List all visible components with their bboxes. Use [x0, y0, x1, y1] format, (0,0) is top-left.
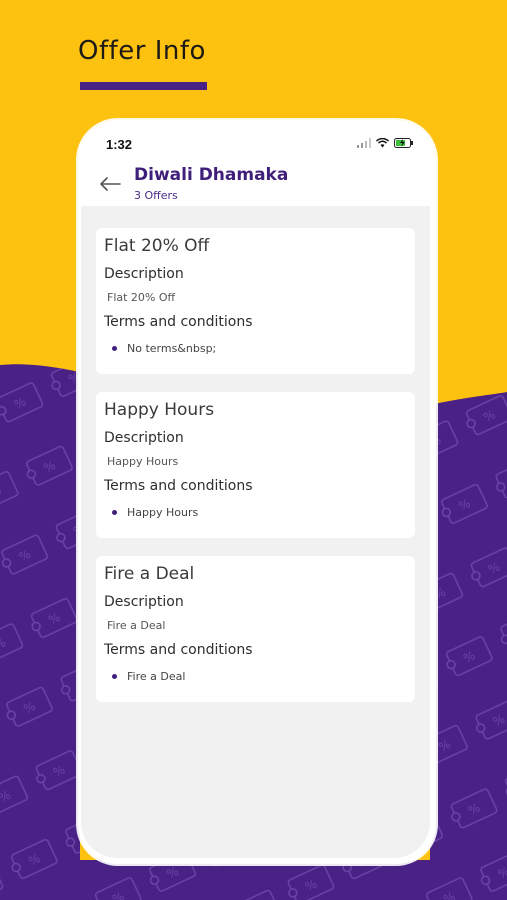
terms-label: Terms and conditions [104, 478, 253, 494]
bullet-icon [112, 674, 117, 679]
signal-icon [357, 138, 371, 148]
bullet-icon [112, 510, 117, 515]
status-icons [357, 138, 414, 148]
term-text: No terms&nbsp; [127, 342, 217, 355]
description-label: Description [104, 266, 184, 282]
promo-underline [80, 82, 207, 90]
back-arrow-icon[interactable] [98, 175, 122, 193]
wifi-icon [376, 138, 389, 148]
term-item: Happy Hours [112, 506, 407, 519]
term-item: No terms&nbsp; [112, 342, 407, 355]
offer-card: Fire a Deal Description Fire a Deal Term… [96, 556, 415, 702]
offer-description: Fire a Deal [107, 619, 166, 632]
bullet-icon [112, 346, 117, 351]
description-label: Description [104, 430, 184, 446]
term-item: Fire a Deal [112, 670, 407, 683]
status-time: 1:32 [106, 137, 133, 152]
offer-description: Flat 20% Off [107, 291, 176, 304]
offer-card: Happy Hours Description Happy Hours Term… [96, 392, 415, 538]
app-header: Diwali Dhamaka 3 Offers [78, 160, 436, 206]
promo-title: Offer Info [78, 36, 206, 66]
term-text: Happy Hours [127, 506, 199, 519]
offers-count: 3 Offers [134, 189, 178, 202]
status-bar: 1:32 [78, 120, 436, 160]
offer-title: Flat 20% Off [104, 236, 210, 256]
offer-title: Fire a Deal [104, 564, 195, 584]
battery-icon [394, 138, 413, 148]
offers-list: Flat 20% Off Description Flat 20% Off Te… [81, 206, 430, 858]
header-title: Diwali Dhamaka [134, 165, 289, 185]
offer-title: Happy Hours [104, 400, 215, 420]
term-text: Fire a Deal [127, 670, 186, 683]
offer-card: Flat 20% Off Description Flat 20% Off Te… [96, 228, 415, 374]
description-label: Description [104, 594, 184, 610]
terms-label: Terms and conditions [104, 314, 253, 330]
phone-frame: 1:32 Diwali Dhamaka 3 Offers Flat 20% Of… [78, 120, 436, 864]
terms-label: Terms and conditions [104, 642, 253, 658]
offer-description: Happy Hours [107, 455, 179, 468]
